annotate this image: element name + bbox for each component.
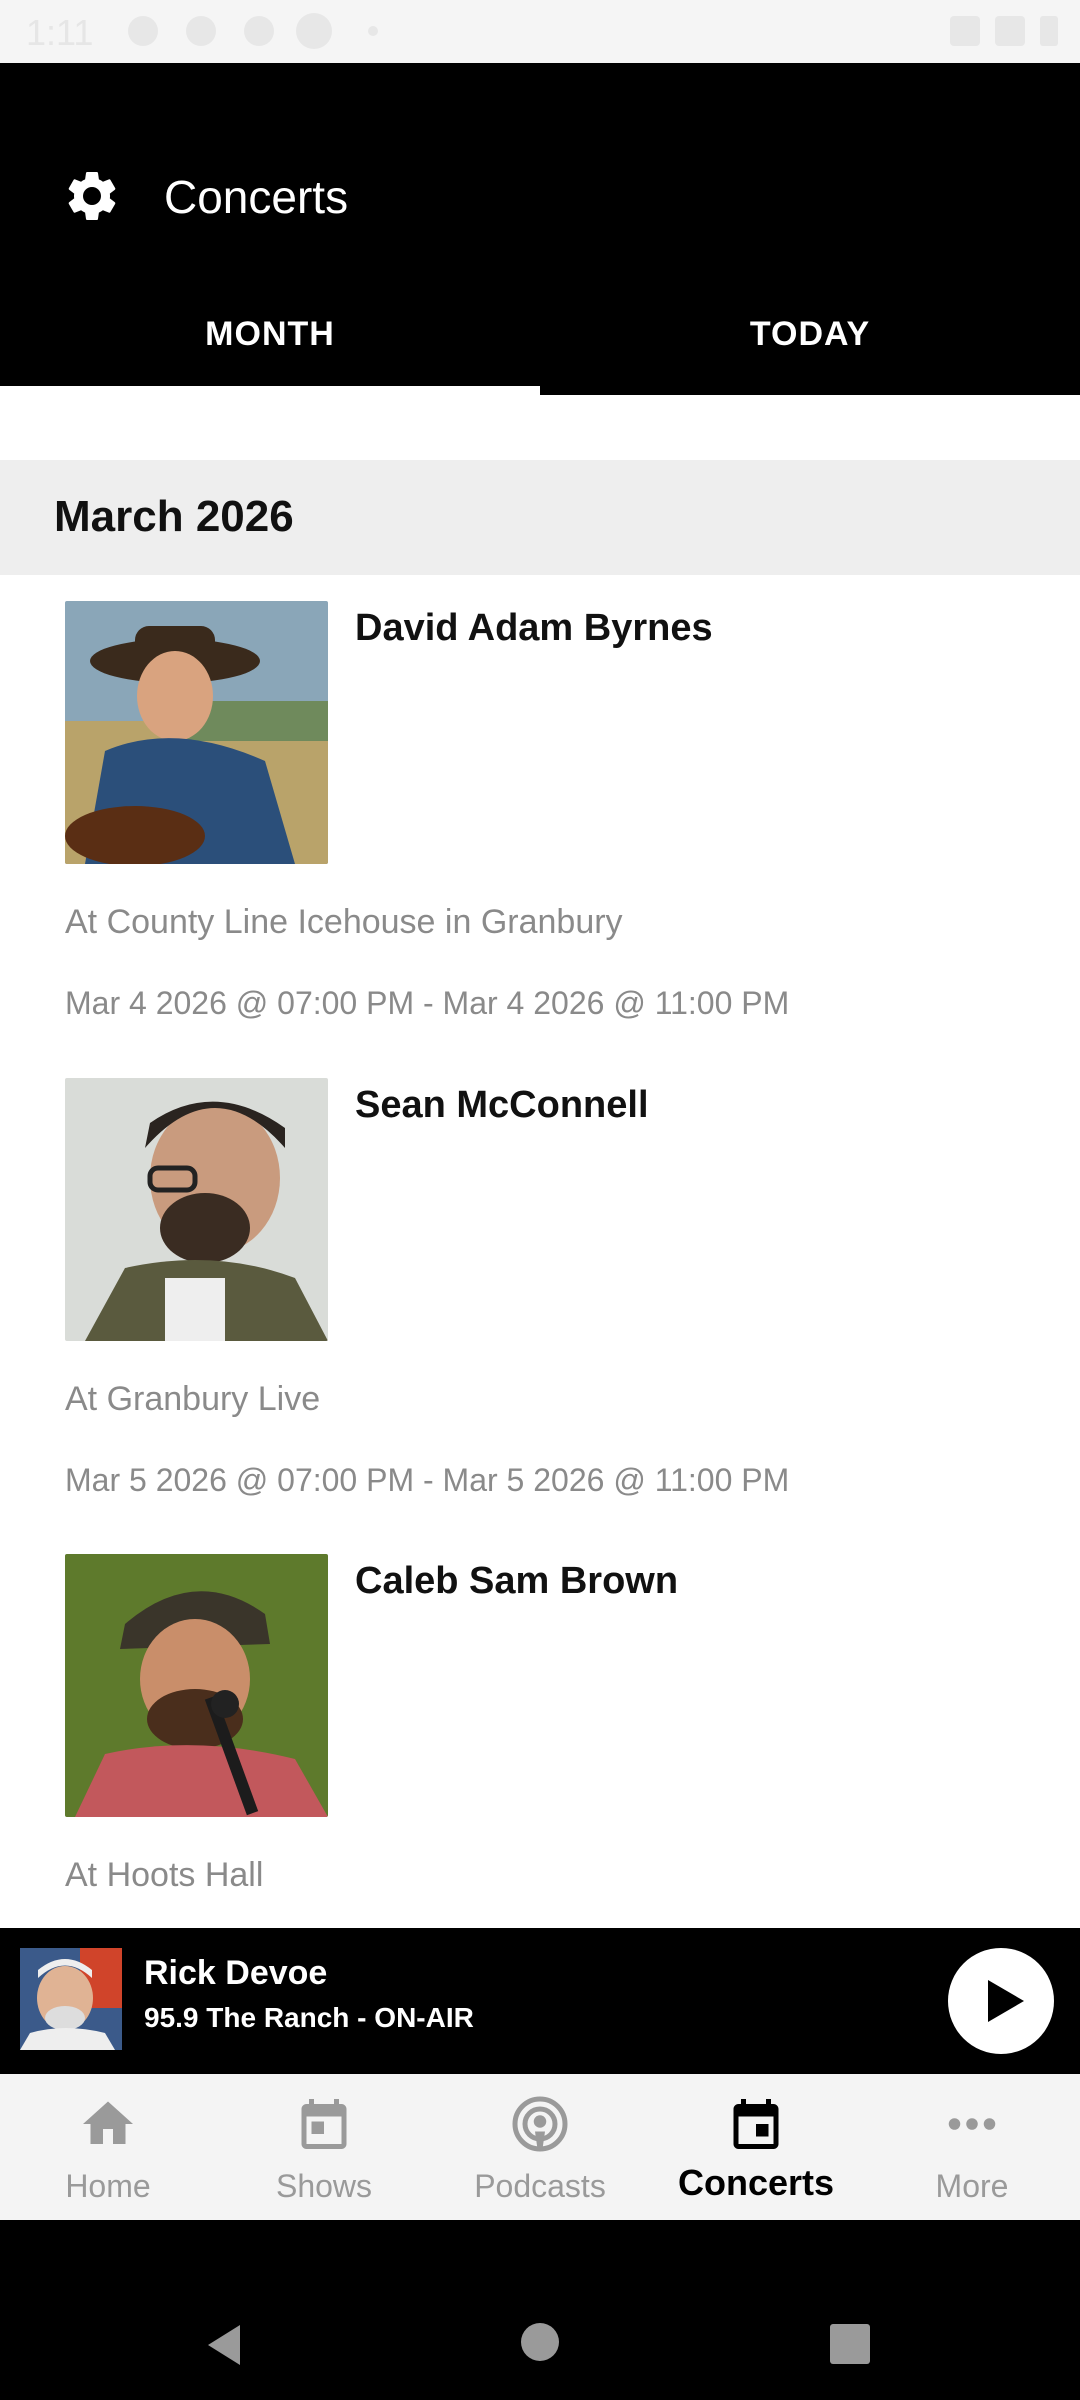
signal-icon [995,16,1025,46]
bottom-nav: Home Shows Podcasts Concerts More [0,2074,1080,2220]
status-time: 1:11 [26,12,94,53]
nav-shows[interactable]: Shows [216,2074,432,2220]
notification-icon [296,13,332,49]
event-image [65,601,328,864]
now-playing-bar[interactable]: Rick Devoe 95.9 The Ranch - ON-AIR [0,1928,1080,2074]
month-label: March 2026 [54,492,294,541]
nav-label: Podcasts [474,2168,606,2204]
nav-home[interactable]: Home [0,2074,216,2220]
event-item[interactable]: Sean McConnell At Granbury Live Mar 5 20… [0,1052,1080,1522]
event-image [65,1078,328,1341]
month-header: March 2026 [0,460,1080,575]
now-playing-subtitle: 95.9 The Ranch - ON-AIR [144,2002,474,2033]
battery-icon [1040,16,1058,46]
nav-more[interactable]: More [864,2074,1080,2220]
event-time: Mar 5 2026 @ 07:00 PM - Mar 5 2026 @ 11:… [65,1462,790,1498]
gear-icon[interactable] [62,166,122,226]
event-item[interactable]: Caleb Sam Brown At Hoots Hall [0,1528,1080,1928]
event-name: Sean McConnell [355,1084,649,1126]
play-icon [988,1980,1024,2022]
nav-label: More [935,2168,1009,2204]
event-venue: At County Line Icehouse in Granbury [65,903,623,941]
calendar-icon [301,2099,347,2149]
recents-icon[interactable] [828,2322,872,2366]
play-button[interactable] [948,1948,1054,2054]
status-bar: 1:11 [0,0,1080,63]
event-image [65,1554,328,1817]
tab-label: TODAY [749,315,871,353]
dot-icon [368,26,378,36]
event-venue: At Granbury Live [65,1380,321,1418]
page-title: Concerts [164,171,349,223]
more-icon [948,2118,996,2130]
tab-today[interactable]: TODAY [540,290,1080,395]
calendar-icon [733,2099,779,2149]
home-circle-icon[interactable] [518,2320,562,2364]
podcast-icon [512,2096,568,2152]
notification-icon [128,16,158,46]
station-artwork [20,1948,122,2050]
nav-label: Concerts [677,2162,835,2203]
event-venue: At Hoots Hall [65,1856,264,1894]
event-name: David Adam Byrnes [355,607,713,649]
nav-label: Home [65,2168,151,2204]
tab-month[interactable]: MONTH [0,290,540,395]
event-time: Mar 4 2026 @ 07:00 PM - Mar 4 2026 @ 11:… [65,985,790,1021]
nav-podcasts[interactable]: Podcasts [432,2074,648,2220]
notification-icon [244,16,274,46]
notification-icon [186,16,216,46]
tab-label: MONTH [205,315,335,353]
event-name: Caleb Sam Brown [355,1560,679,1602]
nav-label: Shows [275,2168,373,2204]
wifi-icon [950,16,980,46]
back-icon[interactable] [200,2320,250,2370]
nav-concerts[interactable]: Concerts [648,2074,864,2220]
now-playing-title: Rick Devoe [144,1954,328,1992]
home-icon [83,2101,133,2144]
tab-indicator [0,386,540,395]
event-item[interactable]: David Adam Byrnes At County Line Icehous… [0,575,1080,1045]
system-nav-bar [0,2220,1080,2400]
